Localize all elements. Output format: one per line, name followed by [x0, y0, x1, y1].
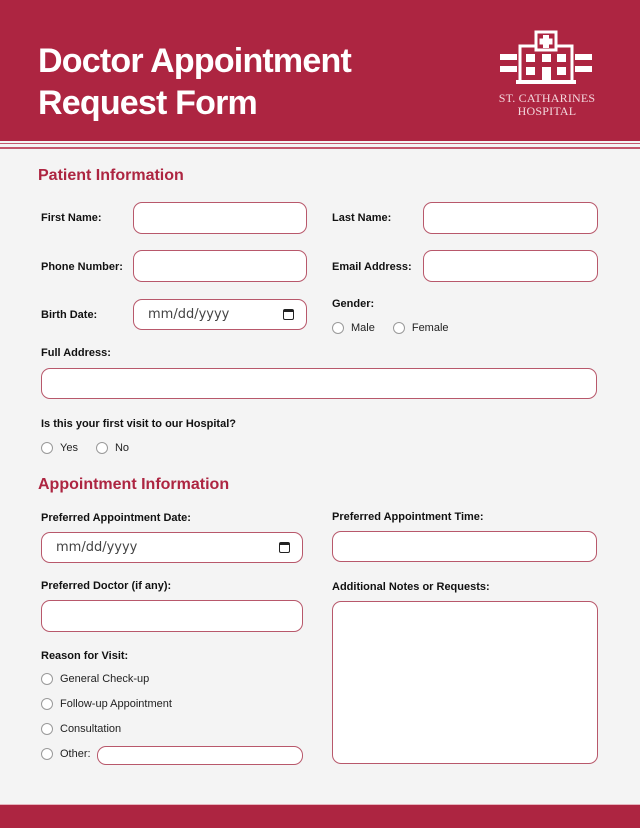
additional-notes-textarea[interactable]	[332, 601, 598, 764]
calendar-icon[interactable]	[283, 309, 294, 320]
footer-banner	[0, 804, 640, 828]
first-name-label: First Name:	[41, 212, 102, 224]
last-name-label: Last Name:	[332, 212, 392, 224]
gender-option-female[interactable]: Female	[392, 322, 449, 334]
header-divider	[0, 147, 640, 149]
last-name-input[interactable]	[423, 202, 598, 234]
other-reason-input[interactable]	[97, 746, 303, 765]
reason-option-general-checkup[interactable]: General Check-up	[41, 673, 149, 685]
reason-option-follow-up[interactable]: Follow-up Appointment	[41, 698, 172, 710]
appointment-section-title: Appointment Information	[38, 476, 230, 493]
radio-button[interactable]	[41, 673, 53, 685]
title-line-2: Request Form	[38, 84, 258, 122]
first-visit-label: Is this your first visit to our Hospital…	[41, 418, 236, 430]
radio-label: Yes	[60, 442, 78, 454]
first-visit-option-yes[interactable]: Yes	[41, 442, 78, 454]
appointment-time-input[interactable]	[332, 531, 597, 562]
email-input[interactable]	[423, 250, 598, 282]
gender-label: Gender:	[332, 298, 375, 310]
radio-button[interactable]	[95, 442, 108, 454]
birth-date-placeholder: mm/dd/yyyy	[148, 307, 230, 322]
gender-radio-group: Male Female	[332, 322, 449, 334]
appointment-date-placeholder: mm/dd/yyyy	[56, 540, 138, 555]
hospital-name-line-2: HOSPITAL	[517, 104, 577, 118]
preferred-doctor-input[interactable]	[41, 600, 303, 632]
header-divider-thin	[0, 143, 640, 144]
radio-button[interactable]	[41, 723, 53, 735]
birth-date-label: Birth Date:	[41, 309, 98, 321]
radio-label: Follow-up Appointment	[60, 698, 172, 710]
first-visit-radio-group: Yes No	[41, 442, 129, 454]
additional-notes-label: Additional Notes or Requests:	[332, 581, 490, 593]
patient-section-title: Patient Information	[38, 167, 184, 184]
radio-label: General Check-up	[60, 673, 150, 685]
hospital-building-icon	[500, 30, 592, 84]
radio-label: Consultation	[60, 723, 122, 735]
appointment-time-label: Preferred Appointment Time:	[332, 511, 484, 523]
gender-option-male[interactable]: Male	[332, 322, 375, 334]
radio-button[interactable]	[41, 748, 53, 760]
full-address-input[interactable]	[41, 368, 597, 399]
radio-label: Male	[351, 322, 375, 334]
radio-button[interactable]	[332, 322, 344, 334]
radio-label: Other:	[60, 748, 91, 760]
title-line-1: Doctor Appointment	[38, 42, 352, 80]
hospital-name: ST. CATHARINES HOSPITAL	[480, 92, 614, 118]
preferred-doctor-label: Preferred Doctor (if any):	[41, 580, 172, 592]
appointment-date-label: Preferred Appointment Date:	[41, 512, 191, 524]
radio-button[interactable]	[41, 442, 53, 454]
radio-button[interactable]	[392, 322, 405, 334]
radio-label: Female	[411, 322, 449, 334]
header-banner: Doctor Appointment Request Form ST. CATH…	[0, 0, 640, 141]
phone-label: Phone Number:	[41, 261, 123, 273]
appointment-date-input[interactable]: mm/dd/yyyy	[41, 532, 303, 563]
first-visit-option-no[interactable]: No	[95, 442, 130, 454]
phone-input[interactable]	[133, 250, 307, 282]
radio-label: No	[114, 442, 130, 454]
first-name-input[interactable]	[133, 202, 307, 234]
reason-for-visit-label: Reason for Visit:	[41, 650, 129, 662]
full-address-label: Full Address:	[41, 347, 111, 359]
reason-option-other[interactable]: Other:	[41, 748, 91, 760]
birth-date-input[interactable]: mm/dd/yyyy	[133, 299, 307, 330]
email-label: Email Address:	[332, 261, 412, 273]
radio-button[interactable]	[41, 698, 53, 710]
calendar-icon[interactable]	[279, 542, 290, 553]
form-title: Doctor Appointment Request Form	[38, 40, 352, 124]
reason-option-consultation[interactable]: Consultation	[41, 723, 121, 735]
